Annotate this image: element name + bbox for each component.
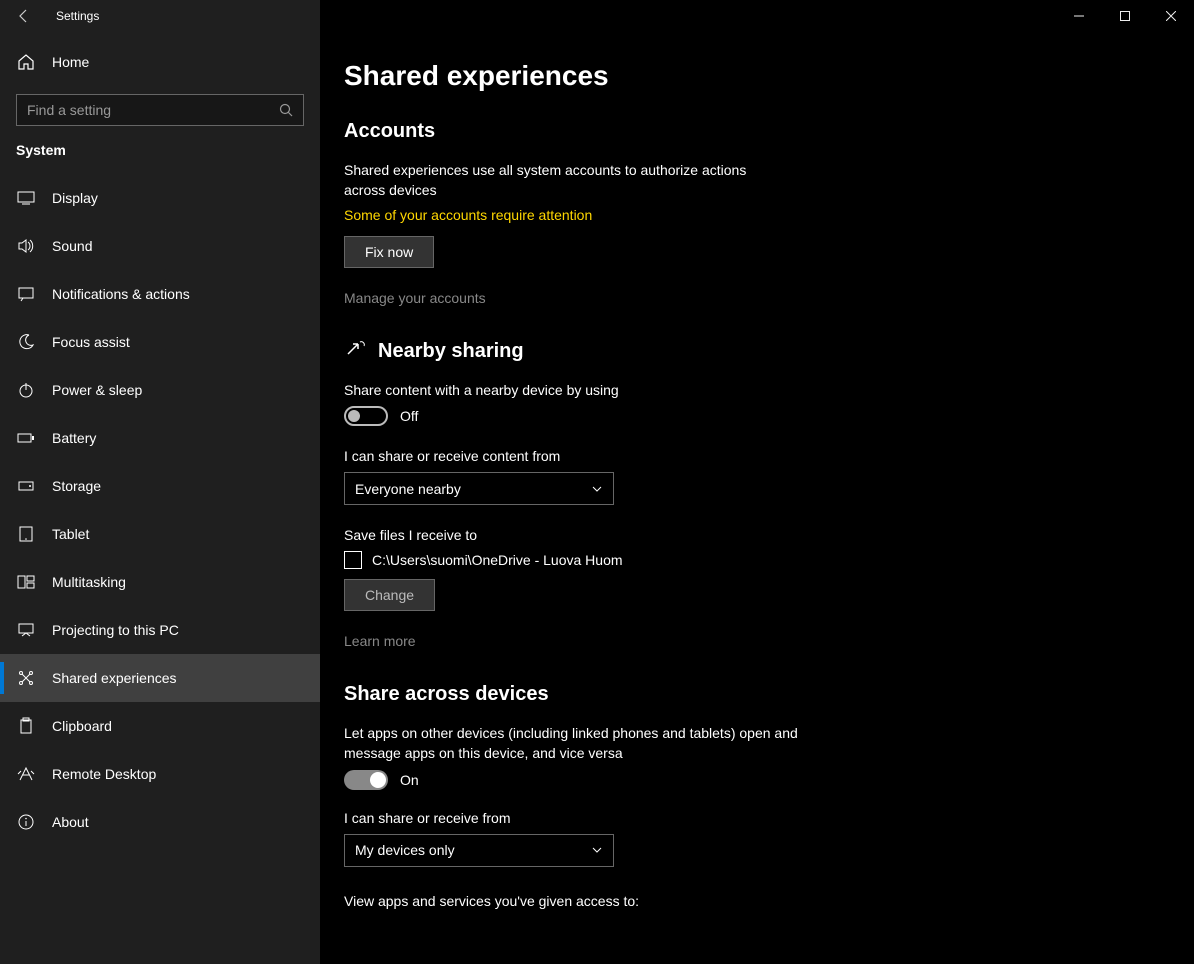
nav-label: Power & sleep [52,382,142,398]
back-button[interactable] [0,0,48,32]
accounts-desc: Shared experiences use all system accoun… [344,161,784,200]
main-content: Shared experiences Accounts Shared exper… [320,32,1194,964]
save-label: Save files I receive to [344,527,1194,543]
sound-icon [16,237,36,255]
sidebar-item-remote-desktop[interactable]: Remote Desktop [0,750,320,798]
nav-label: Remote Desktop [52,766,156,782]
home-nav[interactable]: Home [0,38,320,86]
nav-label: Display [52,190,98,206]
folder-icon [344,551,362,569]
shared-icon [16,669,36,687]
search-field[interactable] [27,102,267,118]
sidebar-item-projecting[interactable]: Projecting to this PC [0,606,320,654]
sidebar-item-storage[interactable]: Storage [0,462,320,510]
manage-accounts-link[interactable]: Manage your accounts [344,290,1194,306]
across-receive-label: I can share or receive from [344,810,1194,826]
projecting-icon [16,621,36,639]
nav-label: About [52,814,89,830]
nearby-toggle[interactable]: Off [344,406,1194,426]
info-icon [16,813,36,831]
nearby-desc: Share content with a nearby device by us… [344,381,864,401]
receive-label: I can share or receive content from [344,448,1194,464]
sidebar-item-multitasking[interactable]: Multitasking [0,558,320,606]
across-toggle[interactable]: On [344,770,1194,790]
close-button[interactable] [1148,0,1194,32]
nav-label: Focus assist [52,334,130,350]
clipboard-icon [16,717,36,735]
change-button[interactable]: Change [344,579,435,611]
remote-desktop-icon [16,765,36,783]
nav-label: Notifications & actions [52,286,190,302]
display-icon [16,189,36,207]
select-value: Everyone nearby [355,481,461,497]
sidebar-item-about[interactable]: About [0,798,320,846]
nav-label: Storage [52,478,101,494]
chevron-down-icon [591,483,603,495]
toggle-state: On [400,772,419,788]
sidebar-item-sound[interactable]: Sound [0,222,320,270]
battery-icon [16,429,36,447]
multitasking-icon [16,573,36,591]
sidebar-item-power[interactable]: Power & sleep [0,366,320,414]
storage-icon [16,477,36,495]
nav-label: Sound [52,238,92,254]
search-input[interactable] [16,94,304,126]
nearby-heading: Nearby sharing [344,340,1194,363]
sidebar-item-shared-experiences[interactable]: Shared experiences [0,654,320,702]
moon-icon [16,333,36,351]
sidebar: Home System Display Sound Notificat [0,32,320,964]
nav-label: Projecting to this PC [52,622,179,638]
nav-label: Battery [52,430,96,446]
window-title: Settings [48,9,99,23]
nav-label: Multitasking [52,574,126,590]
category-label: System [0,140,320,170]
home-label: Home [52,54,89,70]
learn-more-link[interactable]: Learn more [344,633,1194,649]
share-icon [344,340,366,362]
save-path-row: C:\Users\suomi\OneDrive - Luova Huom [344,551,1194,569]
nav-label: Tablet [52,526,89,542]
power-icon [16,381,36,399]
toggle-state: Off [400,408,418,424]
save-path: C:\Users\suomi\OneDrive - Luova Huom [372,552,623,568]
receive-select[interactable]: Everyone nearby [344,472,614,505]
across-select[interactable]: My devices only [344,834,614,867]
sidebar-item-notifications[interactable]: Notifications & actions [0,270,320,318]
sidebar-item-clipboard[interactable]: Clipboard [0,702,320,750]
maximize-button[interactable] [1102,0,1148,32]
notifications-icon [16,285,36,303]
page-title: Shared experiences [344,60,1194,92]
select-value: My devices only [355,842,455,858]
home-icon [16,53,36,71]
across-heading: Share across devices [344,683,1194,706]
sidebar-item-tablet[interactable]: Tablet [0,510,320,558]
nav-label: Clipboard [52,718,112,734]
minimize-button[interactable] [1056,0,1102,32]
nearby-heading-text: Nearby sharing [378,340,524,363]
tablet-icon [16,525,36,543]
sidebar-item-display[interactable]: Display [0,174,320,222]
nav-label: Shared experiences [52,670,177,686]
fix-now-button[interactable]: Fix now [344,236,434,268]
view-apps-label: View apps and services you've given acce… [344,893,1194,909]
chevron-down-icon [591,844,603,856]
sidebar-item-focus[interactable]: Focus assist [0,318,320,366]
accounts-warning: Some of your accounts require attention [344,206,864,226]
sidebar-item-battery[interactable]: Battery [0,414,320,462]
search-icon [279,103,293,117]
across-desc: Let apps on other devices (including lin… [344,724,824,763]
accounts-heading: Accounts [344,120,1194,143]
